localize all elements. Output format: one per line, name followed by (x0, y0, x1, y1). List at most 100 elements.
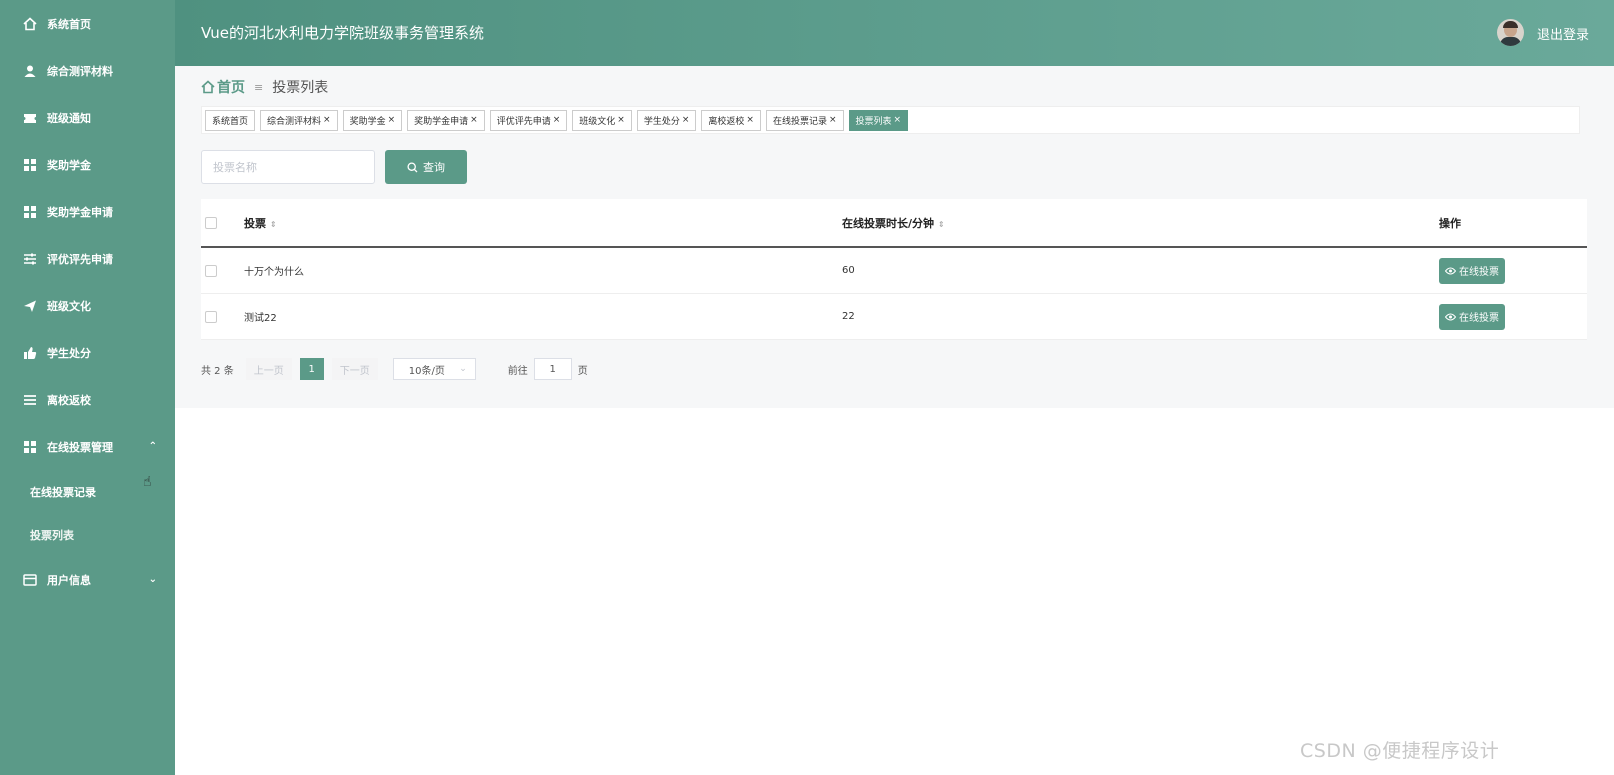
sidebar-item-scholarship-apply[interactable]: 奖助学金申请 (0, 188, 175, 235)
tags-bar: 系统首页 综合测评材料 × 奖助学金 × 奖助学金申请 × 评优评先申请 × 班级文化 ×… (201, 106, 1580, 134)
sidebar-item-home[interactable]: 系统首页 (0, 0, 175, 47)
close-icon[interactable]: × (388, 115, 396, 125)
close-icon[interactable]: × (682, 115, 690, 125)
tag-label: 投票列表 (855, 116, 892, 127)
sidebar-subitem-vote-list[interactable]: 投票列表 (0, 513, 175, 556)
grid-icon (22, 439, 38, 455)
topbar: Vue的河北水利电力学院班级事务管理系统 退出登录 (175, 0, 1614, 66)
tag-leave[interactable]: 离校返校 × (701, 109, 761, 131)
thumb-icon (22, 345, 38, 361)
sidebar-item-label: 用户信息 (47, 573, 91, 587)
sliders-icon (22, 251, 38, 267)
tag-award-apply[interactable]: 评优评先申请 × (489, 109, 568, 131)
grid-icon (22, 204, 38, 220)
close-icon[interactable]: × (470, 115, 478, 125)
send-icon (22, 298, 38, 314)
page-number-button[interactable]: 1 (299, 358, 324, 380)
prev-page-button[interactable]: 上一页 (245, 358, 292, 380)
app-title: Vue的河北水利电力学院班级事务管理系统 (201, 24, 484, 42)
vote-online-button[interactable]: 在线投票 (1439, 303, 1505, 330)
table-header: 投票 ⇕ 在线投票时长/分钟 ⇕ 操作 (201, 199, 1587, 248)
column-header-duration[interactable]: 在线投票时长/分钟 ⇕ (842, 215, 945, 231)
search-input[interactable] (201, 150, 375, 184)
logout-button[interactable]: 退出登录 (1537, 24, 1589, 43)
sort-icon[interactable]: ⇕ (270, 220, 277, 229)
list-icon (22, 392, 38, 408)
sidebar: 系统首页 综合测评材料 班级通知 奖助学金 奖助学金申请 评优评先申请 班级文化… (0, 0, 175, 775)
sidebar-item-label: 奖助学金 (47, 158, 91, 172)
sidebar-item-evaluation[interactable]: 综合测评材料 (0, 47, 175, 94)
sidebar-subitem-label: 投票列表 (30, 528, 74, 542)
goto-label: 前往 (507, 365, 528, 377)
sidebar-item-leave[interactable]: 离校返校 (0, 376, 175, 423)
avatar[interactable] (1497, 19, 1524, 46)
sidebar-item-label: 奖助学金申请 (47, 205, 113, 219)
sidebar-item-discipline[interactable]: 学生处分 (0, 329, 175, 376)
tag-label: 综合测评材料 (267, 116, 322, 127)
sidebar-item-label: 学生处分 (47, 346, 91, 360)
sidebar-item-label: 系统首页 (47, 17, 91, 31)
pagination-total: 共 2 条 (201, 365, 234, 377)
close-icon[interactable]: × (829, 115, 837, 125)
tag-vote-records[interactable]: 在线投票记录 × (765, 109, 844, 131)
tag-scholarship[interactable]: 奖助学金 × (342, 109, 403, 131)
tag-label: 奖助学金 (349, 116, 386, 127)
home-icon (22, 16, 38, 32)
home-icon (201, 80, 215, 94)
cell-duration: 60 (842, 265, 855, 276)
tag-label: 在线投票记录 (772, 116, 827, 127)
chevron-up-icon: ⌃ (148, 441, 157, 452)
sidebar-item-label: 评优评先申请 (47, 252, 113, 266)
sidebar-subitem-label: 在线投票记录 (30, 485, 96, 499)
sidebar-item-culture[interactable]: 班级文化 (0, 282, 175, 329)
tag-label: 离校返校 (708, 116, 745, 127)
row-checkbox[interactable] (205, 310, 217, 323)
page-size-select[interactable]: 10条/页 ⌄ (392, 358, 476, 380)
grid-icon (22, 157, 38, 173)
vote-online-button-label: 在线投票 (1459, 267, 1499, 278)
goto-page-input[interactable]: 1 (533, 358, 572, 380)
sidebar-item-label: 在线投票管理 (47, 440, 113, 454)
search-icon (407, 161, 418, 173)
row-checkbox[interactable] (205, 264, 217, 277)
tag-vote-list[interactable]: 投票列表 × (848, 109, 909, 131)
sidebar-item-vote-manage[interactable]: 在线投票管理 ⌃ (0, 423, 175, 470)
tag-evaluation[interactable]: 综合测评材料 × (260, 109, 338, 131)
close-icon[interactable]: × (746, 115, 754, 125)
tag-scholarship-apply[interactable]: 奖助学金申请 × (407, 109, 485, 131)
tag-label: 奖助学金申请 (414, 116, 469, 127)
column-header-vote[interactable]: 投票 ⇕ (244, 215, 277, 231)
breadcrumb-current: 投票列表 (272, 80, 329, 96)
close-icon[interactable]: × (553, 115, 561, 125)
close-icon[interactable]: × (323, 115, 331, 125)
close-icon[interactable]: × (617, 115, 625, 125)
eye-icon (1445, 313, 1456, 321)
sidebar-item-user-info[interactable]: 用户信息 ⌄ (0, 556, 175, 603)
watermark: CSDN @便捷程序设计 (1300, 740, 1500, 762)
vote-online-button[interactable]: 在线投票 (1439, 257, 1505, 284)
page-suffix: 页 (577, 365, 588, 377)
page-size-value: 10条/页 (408, 365, 445, 377)
search-button[interactable]: 查询 (385, 150, 467, 184)
sidebar-item-label: 班级通知 (47, 111, 91, 125)
tag-discipline[interactable]: 学生处分 × (636, 109, 697, 131)
tag-label: 学生处分 (643, 116, 680, 127)
tag-culture[interactable]: 班级文化 × (572, 109, 632, 131)
sidebar-item-scholarship[interactable]: 奖助学金 (0, 141, 175, 188)
sort-icon[interactable]: ⇕ (938, 220, 945, 229)
select-all-checkbox[interactable] (205, 216, 217, 229)
breadcrumb-separator: ≡ (254, 80, 264, 94)
chevron-down-icon: ⌄ (459, 364, 467, 374)
sidebar-item-label: 班级文化 (47, 299, 91, 313)
next-page-button[interactable]: 下一页 (331, 358, 378, 380)
chevron-down-icon: ⌄ (148, 574, 157, 585)
sidebar-item-label: 综合测评材料 (47, 64, 113, 78)
cell-vote-name: 测试22 (244, 313, 277, 324)
column-header-label: 在线投票时长/分钟 (842, 216, 935, 230)
sidebar-item-notice[interactable]: 班级通知 (0, 94, 175, 141)
tag-home[interactable]: 系统首页 (205, 109, 256, 131)
sidebar-item-award-apply[interactable]: 评优评先申请 (0, 235, 175, 282)
breadcrumb-home[interactable]: 首页 (201, 77, 245, 97)
pagination: 共 2 条 上一页 1 下一页 10条/页 ⌄ 前往 1 页 (201, 358, 588, 380)
close-icon[interactable]: × (894, 115, 902, 125)
